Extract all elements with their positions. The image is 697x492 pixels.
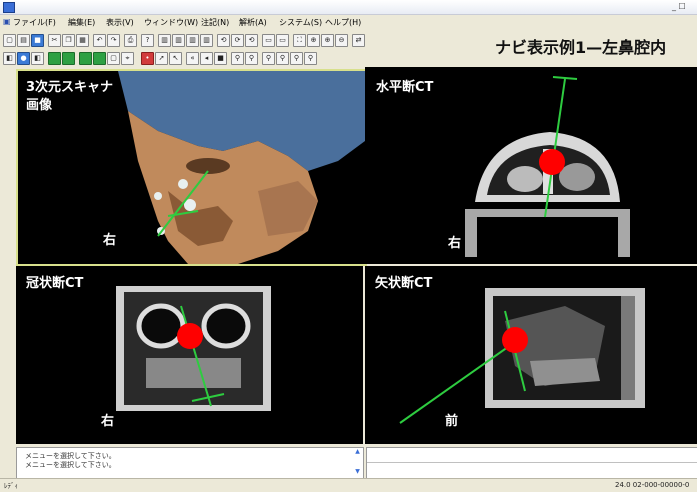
menu-file[interactable]: ファイル(F) <box>13 17 56 28</box>
display-2-icon[interactable] <box>62 52 75 65</box>
scroll-down-icon[interactable]: ▼ <box>353 468 362 477</box>
scroll-up-icon[interactable]: ▲ <box>353 448 362 457</box>
coronal-ct-image <box>116 286 271 411</box>
axial-title: 水平断CT <box>376 80 434 95</box>
menu-annotation[interactable]: 注記(N) <box>201 17 229 28</box>
refresh-icon[interactable]: ⇄ <box>352 34 365 47</box>
probe-4-icon[interactable]: ⚲ <box>276 52 289 65</box>
open-folder-icon[interactable]: ▤ <box>17 34 30 47</box>
layout-4-icon[interactable]: ▥ <box>200 34 213 47</box>
rotate-right-icon[interactable]: ⟲ <box>245 34 258 47</box>
print-icon[interactable]: ⎙ <box>124 34 137 47</box>
probe-5-icon[interactable]: ⚲ <box>290 52 303 65</box>
menu-analysis[interactable]: 解析(A) <box>239 17 267 28</box>
sagittal-direction-label: 前 <box>445 414 459 429</box>
redo-icon[interactable]: ↷ <box>107 34 120 47</box>
nav-3-icon[interactable]: ◧ <box>31 52 44 65</box>
coronal-direction-label: 右 <box>101 414 115 429</box>
probe-1-icon[interactable]: ⚲ <box>231 52 244 65</box>
left-gutter <box>0 66 14 477</box>
rotate-left-icon[interactable]: ⟲ <box>217 34 230 47</box>
menu-help[interactable]: ヘルプ(H) <box>325 17 361 28</box>
scanner-title-line2: 画像 <box>26 98 53 113</box>
copy-icon[interactable]: ❐ <box>62 34 75 47</box>
zoom-icon[interactable]: ⊕ <box>307 34 320 47</box>
pointer-tool-icon[interactable]: ⌖ <box>121 52 134 65</box>
probe-3-icon[interactable]: ⚲ <box>262 52 275 65</box>
display-3-icon[interactable] <box>79 52 92 65</box>
layout-1-icon[interactable]: ▥ <box>158 34 171 47</box>
arrow-tool-icon[interactable]: ➚ <box>155 52 168 65</box>
cut-icon[interactable]: ✂ <box>48 34 61 47</box>
sagittal-title: 矢状断CT <box>375 276 433 291</box>
menu-edit[interactable]: 編集(E) <box>68 17 95 28</box>
zoom-out-icon[interactable]: ⊖ <box>335 34 348 47</box>
coronal-title: 冠状断CT <box>26 276 84 291</box>
nav-1-icon[interactable]: ◧ <box>3 52 16 65</box>
face-scan-image <box>118 71 365 264</box>
message-log[interactable]: メニューを選択して下さい。 メニューを選択して下さい。 ▲ ▼ <box>16 447 364 479</box>
sagittal-ct-image <box>399 288 645 424</box>
stop-icon[interactable]: ■ <box>214 52 227 65</box>
scanner-title-line1: 3次元スキャナ <box>26 80 114 95</box>
status-text: ﾚﾃﾞｨ <box>4 482 18 490</box>
sagittal-ct-view[interactable]: 矢状断CT 前 <box>365 266 697 444</box>
undo-icon[interactable]: ↶ <box>93 34 106 47</box>
layout-3-icon[interactable]: ▥ <box>186 34 199 47</box>
new-file-icon[interactable]: ▢ <box>3 34 16 47</box>
app-icon <box>3 2 15 13</box>
marker-icon[interactable]: • <box>141 52 154 65</box>
status-version: 24.0 02-000-00000-0 <box>615 481 690 489</box>
probe-2-icon[interactable]: ⚲ <box>245 52 258 65</box>
display-1-icon[interactable] <box>48 52 61 65</box>
step-back-icon[interactable]: ◂ <box>200 52 213 65</box>
title-bar: _ ☐ <box>0 0 697 15</box>
nav-2-icon[interactable]: ● <box>17 52 30 65</box>
save-icon[interactable]: ■ <box>31 34 44 47</box>
menu-app-icon[interactable]: ▣ <box>3 17 11 26</box>
coronal-ct-view[interactable]: 冠状断CT 右 <box>16 266 363 444</box>
view-1-icon[interactable]: ▭ <box>262 34 275 47</box>
window-controls[interactable]: _ ☐ <box>672 2 686 11</box>
view-2-icon[interactable]: ▭ <box>276 34 289 47</box>
frame-icon[interactable]: ▢ <box>107 52 120 65</box>
scanner-3d-view[interactable]: 3次元スキャナ 画像 右 <box>16 69 367 266</box>
fit-icon[interactable]: ⛶ <box>293 34 306 47</box>
navigation-title: ナビ表示例1—左鼻腔内 <box>495 38 667 57</box>
rewind-icon[interactable]: « <box>186 52 199 65</box>
probe-6-icon[interactable]: ⚲ <box>304 52 317 65</box>
menu-system[interactable]: システム(S) <box>279 17 322 28</box>
menu-view[interactable]: 表示(V) <box>106 17 134 28</box>
layout-2-icon[interactable]: ▥ <box>172 34 185 47</box>
help-icon[interactable]: ? <box>141 34 154 47</box>
log-line: メニューを選択して下さい。 <box>25 461 116 469</box>
paste-icon[interactable]: ▦ <box>76 34 89 47</box>
rotate-mid-icon[interactable]: ⟳ <box>231 34 244 47</box>
display-4-icon[interactable] <box>93 52 106 65</box>
output-divider <box>367 462 697 463</box>
status-bar: ﾚﾃﾞｨ 24.0 02-000-00000-0 <box>0 478 697 492</box>
menu-bar: ▣ ファイル(F) 編集(E) 表示(V) ウィンドウ(W) 注記(N) 解析(… <box>0 15 697 30</box>
zoom-in-icon[interactable]: ⊕ <box>321 34 334 47</box>
cursor-icon[interactable]: ↖ <box>169 52 182 65</box>
scanner-direction-label: 右 <box>103 233 117 248</box>
axial-direction-label: 右 <box>448 236 462 251</box>
axial-ct-image <box>465 76 630 257</box>
axial-ct-view[interactable]: 水平断CT 右 <box>365 67 697 264</box>
output-panel <box>366 447 697 479</box>
menu-window[interactable]: ウィンドウ(W) <box>144 17 198 28</box>
